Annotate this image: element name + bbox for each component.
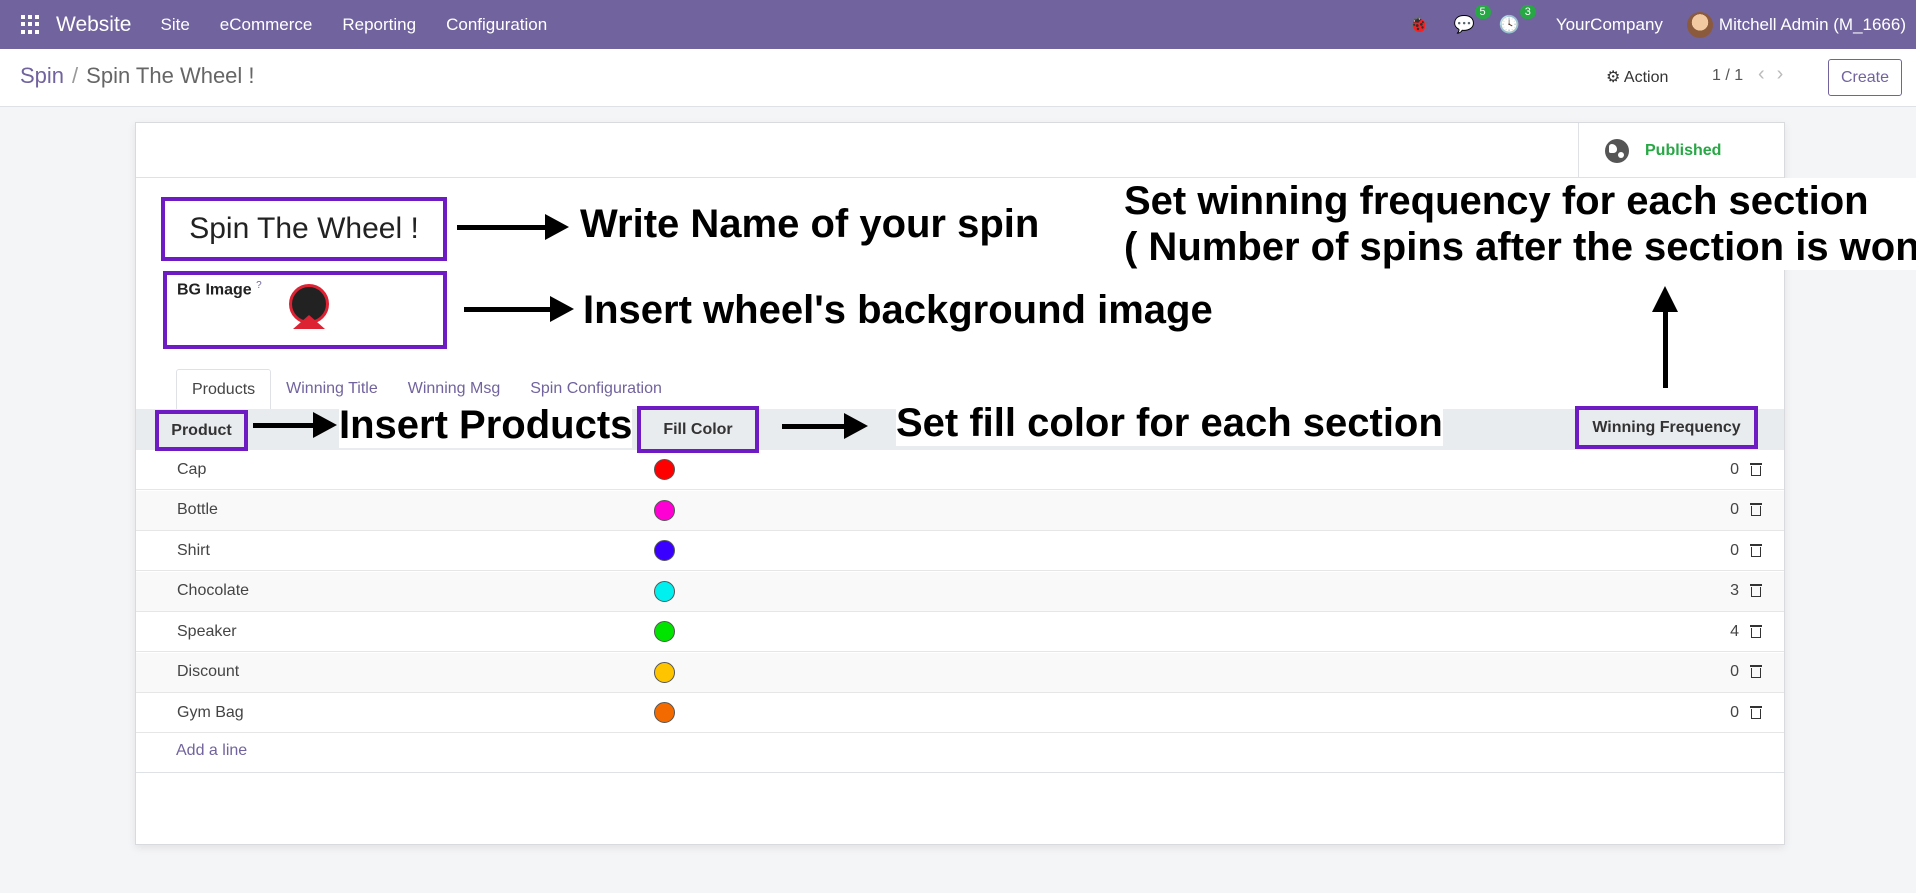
add-line-link[interactable]: Add a line xyxy=(176,742,247,760)
menu-ecommerce[interactable]: eCommerce xyxy=(205,15,328,35)
winning-frequency-cell[interactable]: 0 xyxy=(1730,663,1739,681)
table-row[interactable]: Chocolate 3 xyxy=(136,571,1784,612)
color-annotation-arrow xyxy=(782,413,868,439)
annotation-fill-color: Set fill color for each section xyxy=(896,401,1443,446)
bg-image-field[interactable]: BG Image ? xyxy=(163,271,447,349)
annotation-products: Insert Products xyxy=(339,403,633,448)
apps-menu-icon[interactable] xyxy=(21,14,41,35)
product-cell[interactable]: Cap xyxy=(177,461,206,479)
fill-color-swatch[interactable] xyxy=(654,499,675,521)
bg-annotation-arrow xyxy=(464,296,574,322)
action-menu-button[interactable]: ⚙ Action xyxy=(1606,67,1668,87)
product-cell[interactable]: Speaker xyxy=(177,623,237,641)
fill-color-swatch[interactable] xyxy=(654,459,675,480)
frequency-annotation-arrow xyxy=(1652,286,1678,388)
delete-row-trash-icon[interactable] xyxy=(1750,543,1762,558)
product-cell[interactable]: Bottle xyxy=(177,501,218,519)
company-switcher[interactable]: YourCompany xyxy=(1556,15,1663,35)
activities-clock-icon[interactable]: 🕓 3 xyxy=(1499,4,1536,35)
fill-color-swatch[interactable] xyxy=(654,621,675,642)
column-header-fill-color[interactable]: Fill Color xyxy=(637,406,759,453)
delete-row-trash-icon[interactable] xyxy=(1750,624,1762,639)
pager-next-icon[interactable]: › xyxy=(1777,63,1796,85)
winning-frequency-cell[interactable]: 0 xyxy=(1730,542,1739,560)
products-annotation-arrow xyxy=(253,412,337,438)
pager-arrows: ‹› xyxy=(1758,63,1795,86)
messages-badge: 5 xyxy=(1474,4,1491,19)
delete-row-trash-icon[interactable] xyxy=(1750,705,1762,720)
product-cell[interactable]: Shirt xyxy=(177,542,210,560)
messages-icon[interactable]: 💬 5 xyxy=(1453,4,1491,35)
pager-value[interactable]: 1 / 1 xyxy=(1712,67,1743,85)
winning-frequency-cell[interactable]: 3 xyxy=(1730,582,1739,600)
column-header-product-label: Product xyxy=(159,414,244,447)
table-row[interactable]: Cap 0 xyxy=(136,450,1784,490)
column-header-winning-frequency-label: Winning Frequency xyxy=(1579,410,1754,445)
annotation-frequency: Set winning frequency for each section (… xyxy=(1124,178,1916,270)
delete-row-trash-icon[interactable] xyxy=(1750,665,1762,679)
annotation-name: Write Name of your spin xyxy=(580,202,1040,247)
help-icon: ? xyxy=(256,280,262,291)
app-brand[interactable]: Website xyxy=(56,13,131,37)
pager-prev-icon[interactable]: ‹ xyxy=(1758,63,1777,85)
winning-frequency-cell[interactable]: 4 xyxy=(1730,623,1739,641)
table-row[interactable]: Shirt 0 xyxy=(136,531,1784,571)
table-row[interactable]: Speaker 4 xyxy=(136,612,1784,652)
user-menu[interactable]: Mitchell Admin (M_1666) xyxy=(1719,15,1906,35)
name-annotation-arrow xyxy=(457,214,569,240)
tab-products[interactable]: Products xyxy=(176,369,272,409)
control-panel: Spin / Spin The Wheel ! ⚙ Action 1 / 1 ‹› … xyxy=(0,49,1916,107)
delete-row-trash-icon[interactable] xyxy=(1750,503,1762,517)
winning-frequency-cell[interactable]: 0 xyxy=(1730,501,1739,519)
product-cell[interactable]: Gym Bag xyxy=(177,704,244,722)
menu-reporting[interactable]: Reporting xyxy=(327,15,431,35)
activities-badge: 3 xyxy=(1519,4,1536,19)
product-cell[interactable]: Discount xyxy=(177,663,239,681)
published-label: Published xyxy=(1645,141,1722,159)
winning-frequency-cell[interactable]: 0 xyxy=(1730,704,1739,722)
product-cell[interactable]: Chocolate xyxy=(177,582,249,600)
debug-bug-icon[interactable]: 🐞 xyxy=(1408,15,1429,35)
column-header-fill-color-label: Fill Color xyxy=(641,410,755,449)
column-header-winning-frequency[interactable]: Winning Frequency xyxy=(1575,406,1758,449)
annotation-frequency-line2: ( Number of spins after the section is w… xyxy=(1124,225,1916,269)
fill-color-swatch[interactable] xyxy=(654,540,675,561)
annotation-bg-image: Insert wheel's background image xyxy=(583,288,1213,333)
breadcrumb-spin-link[interactable]: Spin xyxy=(20,63,64,88)
fill-color-swatch[interactable] xyxy=(654,580,675,602)
menu-configuration[interactable]: Configuration xyxy=(431,15,562,35)
published-toggle-button[interactable]: Published xyxy=(1578,123,1784,178)
delete-row-trash-icon[interactable] xyxy=(1750,462,1762,477)
annotation-frequency-line1: Set winning frequency for each section xyxy=(1124,179,1869,223)
spin-name-field[interactable]: Spin The Wheel ! xyxy=(161,197,447,261)
winning-frequency-cell[interactable]: 0 xyxy=(1730,461,1739,479)
column-header-product[interactable]: Product xyxy=(155,410,248,451)
breadcrumb-current: Spin The Wheel ! xyxy=(86,63,255,88)
breadcrumb-separator: / xyxy=(72,63,79,88)
breadcrumb: Spin / Spin The Wheel ! xyxy=(20,63,255,89)
top-navbar: Website Site eCommerce Reporting Configu… xyxy=(0,0,1916,49)
globe-icon xyxy=(1605,138,1629,163)
fill-color-swatch[interactable] xyxy=(654,661,675,683)
table-bottom-divider xyxy=(136,772,1784,773)
wheel-base-graphic xyxy=(293,315,325,329)
user-avatar[interactable] xyxy=(1686,11,1713,38)
menu-site[interactable]: Site xyxy=(145,15,204,35)
table-row[interactable]: Discount 0 xyxy=(136,652,1784,693)
create-button[interactable]: Create xyxy=(1828,59,1902,96)
fill-color-swatch[interactable] xyxy=(654,702,675,723)
button-box: Published xyxy=(136,123,1784,178)
table-row[interactable]: Gym Bag 0 xyxy=(136,693,1784,733)
table-row[interactable]: Bottle 0 xyxy=(136,490,1784,531)
delete-row-trash-icon[interactable] xyxy=(1750,584,1762,598)
bg-image-label: BG Image ? xyxy=(177,280,262,299)
